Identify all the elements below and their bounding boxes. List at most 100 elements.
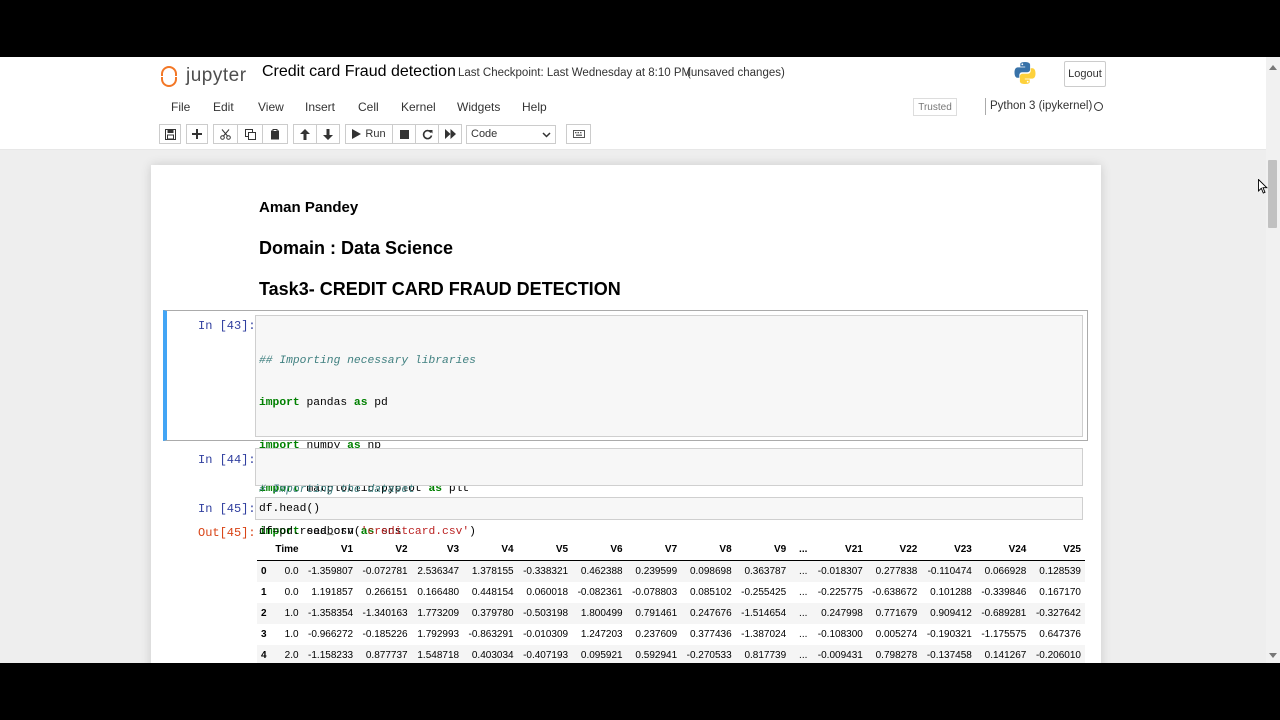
cell-44-input[interactable]: # Importing the dataset df=pd.read_csv('… — [255, 448, 1083, 538]
menu-file[interactable]: File — [171, 100, 190, 114]
keyboard-icon — [572, 130, 585, 138]
table-cell: 1.800499 — [580, 608, 623, 619]
table-cell: ... — [799, 566, 808, 577]
menu-widgets[interactable]: Widgets — [457, 100, 500, 114]
row-index: 2 — [261, 608, 267, 619]
domain-heading: Domain : Data Science — [259, 238, 454, 258]
table-cell: 0.247676 — [689, 608, 732, 619]
cell-43-input[interactable]: ## Importing necessary libraries import … — [255, 315, 1083, 663]
header: jupyter Credit card Fraud detection Last… — [0, 57, 1266, 150]
table-cell: 0.791461 — [635, 608, 678, 619]
menu-cell[interactable]: Cell — [358, 100, 379, 114]
arrow-up-icon — [300, 128, 310, 140]
python-logo-icon — [1014, 62, 1036, 84]
table-cell: 0.167170 — [1039, 587, 1081, 598]
autosave-status: (unsaved changes) — [687, 67, 785, 79]
column-header: V9 — [735, 538, 791, 561]
cell-44-prompt: In [44]: — [198, 453, 256, 467]
row-index: 0 — [261, 566, 267, 577]
cell-type-value: Code — [471, 128, 498, 140]
jupyter-logo-icon — [160, 65, 180, 87]
table-cell: 0.377436 — [689, 629, 732, 640]
table-cell: -0.018307 — [817, 566, 863, 577]
jupyter-logo[interactable]: jupyter — [160, 63, 247, 89]
table-cell: 0.462388 — [580, 566, 623, 577]
table-cell: ... — [799, 650, 808, 661]
run-button[interactable]: Run — [345, 124, 393, 144]
table-cell: 0.771679 — [875, 608, 918, 619]
insert-cell-button[interactable] — [186, 124, 208, 144]
index-header — [257, 538, 273, 561]
column-header: V21 — [811, 538, 867, 561]
command-palette-button[interactable] — [566, 124, 591, 144]
table-cell: 1.792993 — [417, 629, 460, 640]
table-cell: ... — [799, 608, 808, 619]
logout-button[interactable]: Logout — [1064, 61, 1106, 87]
dataframe-output: Time V1 V2 V3 V4 V5 V6 V7 V8 V9 ... V21 … — [257, 538, 1085, 663]
copy-button[interactable] — [237, 124, 263, 144]
table-row: 3 1.0 -0.966272 -0.185226 1.792993 -0.863291-… — [257, 624, 1085, 645]
move-up-button[interactable] — [293, 124, 317, 144]
table-cell: -0.009431 — [817, 650, 863, 661]
scrollbar-thumb[interactable] — [1268, 160, 1277, 228]
column-header: ... — [790, 538, 812, 561]
plus-icon — [192, 129, 202, 139]
table-cell: -0.255425 — [741, 587, 787, 598]
table-cell: 0.0 — [284, 587, 299, 598]
column-header: V7 — [626, 538, 682, 561]
table-cell: -0.407193 — [523, 650, 569, 661]
table-cell: -1.175575 — [981, 629, 1027, 640]
menu-edit[interactable]: Edit — [213, 100, 234, 114]
table-cell: -0.863291 — [468, 629, 514, 640]
move-down-button[interactable] — [316, 124, 340, 144]
cell-type-select[interactable]: Code — [466, 125, 556, 144]
restart-button[interactable] — [415, 124, 439, 144]
table-cell: 1.773209 — [417, 608, 460, 619]
kernel-divider — [985, 98, 986, 115]
notebook-title[interactable]: Credit card Fraud detection — [262, 63, 456, 81]
table-cell: -1.340163 — [362, 608, 408, 619]
dataframe-table: Time V1 V2 V3 V4 V5 V6 V7 V8 V9 ... V21 … — [257, 538, 1085, 663]
scissors-icon — [220, 128, 231, 140]
interrupt-button[interactable] — [392, 124, 416, 144]
table-cell: 0.237609 — [635, 629, 678, 640]
table-cell: 0.592941 — [635, 650, 678, 661]
menu-kernel[interactable]: Kernel — [401, 100, 436, 114]
code-comment: # Importing the dataset — [259, 483, 415, 496]
kernel-name[interactable]: Python 3 (ipykernel) — [990, 100, 1092, 112]
menu-view[interactable]: View — [258, 100, 284, 114]
table-cell: 2.0 — [284, 650, 299, 661]
vertical-scrollbar[interactable] — [1266, 57, 1280, 663]
menu-help[interactable]: Help — [522, 100, 547, 114]
column-header: V2 — [357, 538, 412, 561]
table-cell: 0.060018 — [526, 587, 569, 598]
paste-icon — [270, 128, 279, 139]
table-cell: 1.378155 — [471, 566, 514, 577]
cell-45-input[interactable]: df.head() — [255, 497, 1083, 520]
table-cell: -0.010309 — [523, 629, 569, 640]
table-cell: -0.137458 — [926, 650, 972, 661]
trusted-indicator[interactable]: Trusted — [913, 98, 957, 116]
paste-button[interactable] — [262, 124, 288, 144]
logo-text: jupyter — [186, 65, 247, 86]
mouse-cursor-icon — [1258, 179, 1268, 194]
table-cell: 0.239599 — [635, 566, 678, 577]
scroll-down-arrow-icon[interactable] — [1269, 653, 1277, 658]
table-cell: 1.0 — [284, 629, 299, 640]
table-cell: -1.514654 — [741, 608, 787, 619]
table-cell: 0.448154 — [471, 587, 514, 598]
menubar: File Edit View Insert Cell Kernel Widget… — [159, 95, 1109, 118]
table-cell: -1.358354 — [308, 608, 354, 619]
cut-button[interactable] — [213, 124, 238, 144]
table-cell: -0.689281 — [981, 608, 1027, 619]
table-cell: -0.225775 — [817, 587, 863, 598]
menu-insert[interactable]: Insert — [305, 100, 335, 114]
table-cell: 0.005274 — [875, 629, 918, 640]
restart-run-all-button[interactable] — [438, 124, 462, 144]
notebook-container: Aman Pandey Domain : Data Science Task3-… — [151, 165, 1101, 663]
table-cell: 0.166480 — [417, 587, 460, 598]
table-cell: 2.536347 — [417, 566, 460, 577]
scroll-up-arrow-icon[interactable] — [1269, 65, 1277, 70]
code-line: import pandas as pd — [259, 397, 388, 410]
save-button[interactable] — [159, 124, 181, 144]
